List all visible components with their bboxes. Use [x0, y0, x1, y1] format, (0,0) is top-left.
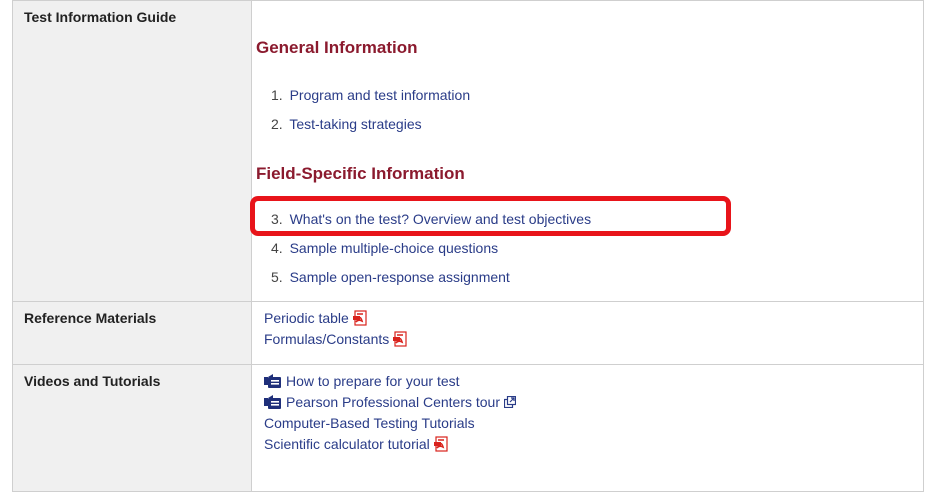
general-information-list: 1. Program and test information 2. Test-… — [271, 81, 470, 139]
row-label-reference: Reference Materials — [12, 301, 252, 365]
video-icon — [264, 395, 281, 409]
sample-open-response-link[interactable]: Sample open-response assignment — [290, 269, 510, 285]
list-item: 1. Program and test information — [271, 81, 470, 110]
reference-content: Periodic table Formulas/Constants — [251, 301, 924, 365]
whats-on-test-link[interactable]: What's on the test? Overview and test ob… — [290, 211, 592, 227]
scientific-calculator-link[interactable]: Scientific calculator tutorial — [264, 434, 923, 455]
how-to-prepare-link[interactable]: How to prepare for your test — [264, 371, 923, 392]
link-text: Computer-Based Testing Tutorials — [264, 415, 475, 431]
link-text: Scientific calculator tutorial — [264, 436, 430, 452]
pearson-centers-tour-link[interactable]: Pearson Professional Centers tour — [264, 392, 923, 413]
pdf-icon — [433, 436, 448, 452]
cbt-tutorials-link[interactable]: Computer-Based Testing Tutorials — [264, 413, 923, 434]
item-number: 2. — [271, 116, 283, 132]
external-link-icon — [504, 396, 516, 408]
item-number: 3. — [271, 211, 283, 227]
table-row-videos: Videos and Tutorials How to prepare for … — [12, 364, 924, 492]
field-specific-list: 3. What's on the test? Overview and test… — [271, 205, 591, 292]
pdf-icon — [393, 331, 407, 347]
link-text: Formulas/Constants — [264, 331, 390, 347]
table-row-reference: Reference Materials Periodic table Formu… — [12, 301, 924, 365]
videos-content: How to prepare for your test Pearson Pro… — [251, 364, 924, 492]
item-number: 5. — [271, 269, 283, 285]
list-item: 2. Test-taking strategies — [271, 110, 470, 139]
video-icon — [264, 374, 281, 388]
link-text: How to prepare for your test — [286, 373, 460, 389]
item-number: 4. — [271, 240, 283, 256]
periodic-table-link[interactable]: Periodic table — [264, 308, 923, 329]
link-text: Periodic table — [264, 310, 349, 326]
formulas-constants-link[interactable]: Formulas/Constants — [264, 329, 923, 350]
test-taking-strategies-link[interactable]: Test-taking strategies — [289, 116, 421, 132]
link-text: Pearson Professional Centers tour — [286, 394, 500, 410]
pdf-icon — [352, 310, 367, 326]
row-label-videos: Videos and Tutorials — [12, 364, 252, 492]
list-item: 4. Sample multiple-choice questions — [271, 234, 591, 263]
general-information-heading: General Information — [256, 38, 418, 57]
program-test-info-link[interactable]: Program and test information — [290, 87, 471, 103]
row-label-guide: Test Information Guide — [12, 0, 252, 302]
item-number: 1. — [271, 87, 283, 103]
field-specific-heading: Field-Specific Information — [256, 164, 465, 183]
list-item: 5. Sample open-response assignment — [271, 263, 591, 292]
list-item: 3. What's on the test? Overview and test… — [271, 205, 591, 234]
sample-multiple-choice-link[interactable]: Sample multiple-choice questions — [290, 240, 499, 256]
